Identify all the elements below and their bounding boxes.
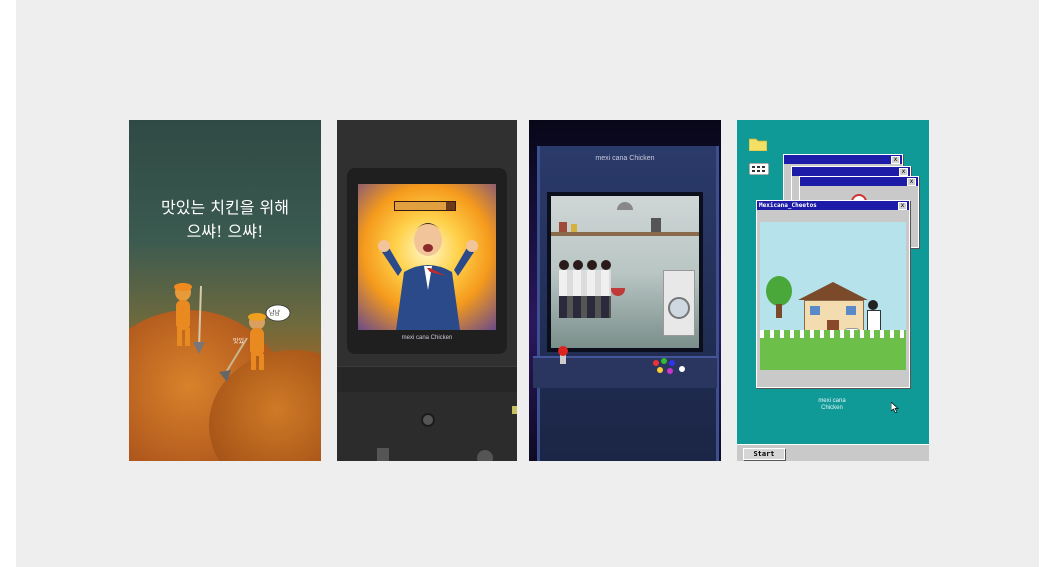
kitchen-shelf [551,232,699,236]
wallpaper-card-handheld-console[interactable]: mexi cana Chicken [337,120,517,461]
arcade-screen [551,196,699,348]
arcade-logo-word: Chicken [629,155,655,162]
folder-icon[interactable] [749,137,767,151]
close-icon[interactable]: x [898,201,907,210]
arcade-logo-name: mexi cana [595,155,628,162]
console-hinge [337,366,517,394]
mouse-cursor-icon [891,402,899,413]
washing-machine [663,270,695,336]
arcade-button-yellow[interactable] [657,367,663,373]
arcade-marquee-logo: mexi cana Chicken [595,155,655,163]
keyboard-icon[interactable] [749,163,769,175]
excited-businessman-illustration [378,223,478,330]
running-cook-sprites [559,260,629,330]
console-screen [358,184,496,330]
desktop-logo-name: mexi cana [818,398,846,404]
console-action-button[interactable] [477,450,493,461]
desktop-logo-word: Chicken [821,405,843,411]
ceiling-lamp-icon [617,202,633,210]
console-power-button[interactable] [421,413,435,427]
wallpaper-card-meerkat-chicken[interactable]: 맛있는 치킨을 위해 으쌰! 으쌰! 냠냠 맛있 [129,120,321,461]
arcade-button-red[interactable] [653,360,659,366]
girl-figure [868,300,878,310]
tree [766,276,792,306]
flower-border [760,330,906,338]
close-icon[interactable]: x [907,177,916,186]
close-icon[interactable]: x [891,155,900,164]
arcade-button-purple[interactable] [667,368,673,374]
main-window[interactable]: Mexicana_Cheetos x [756,200,910,388]
main-window-title: Mexicana_Cheetos [759,202,817,209]
meerkat-caption: 맛있 [233,338,245,345]
headline-line-1: 맛있는 치킨을 위해 [161,198,289,217]
brand-logo-word: Chicken [430,335,453,341]
console-side-led [512,406,517,414]
grass [760,338,906,370]
main-window-titlebar[interactable]: Mexicana_Cheetos x [757,201,909,210]
speech-bubble-text: 냠냠 [269,310,281,317]
start-button[interactable]: Start [743,448,785,460]
brand-logo-desktop: mexi cana Chicken [807,398,857,412]
console-dpad-icon[interactable] [377,448,389,461]
headline-line-2: 으쌰! 으쌰! [186,222,264,241]
arcade-button-blue[interactable] [669,360,675,366]
wallpaper-card-arcade-cabinet[interactable]: mexi cana Chicken [529,120,721,461]
joystick-ball[interactable] [558,346,568,356]
wallpaper-card-retro-desktop[interactable]: x x x Mexicana_Cheetos x mexi cana Chick… [737,120,929,461]
taskbar: Start [737,444,929,461]
meerkat-figure-digging [174,283,205,354]
arcade-button-white[interactable] [679,366,685,372]
arcade-screen-frame [547,192,703,352]
pixel-art-scene [760,222,906,370]
brand-logo: mexi cana Chicken [399,335,455,342]
brand-logo-name: mexi cana [401,335,429,341]
close-icon[interactable]: x [899,167,908,176]
arcade-button-green[interactable] [661,358,667,364]
